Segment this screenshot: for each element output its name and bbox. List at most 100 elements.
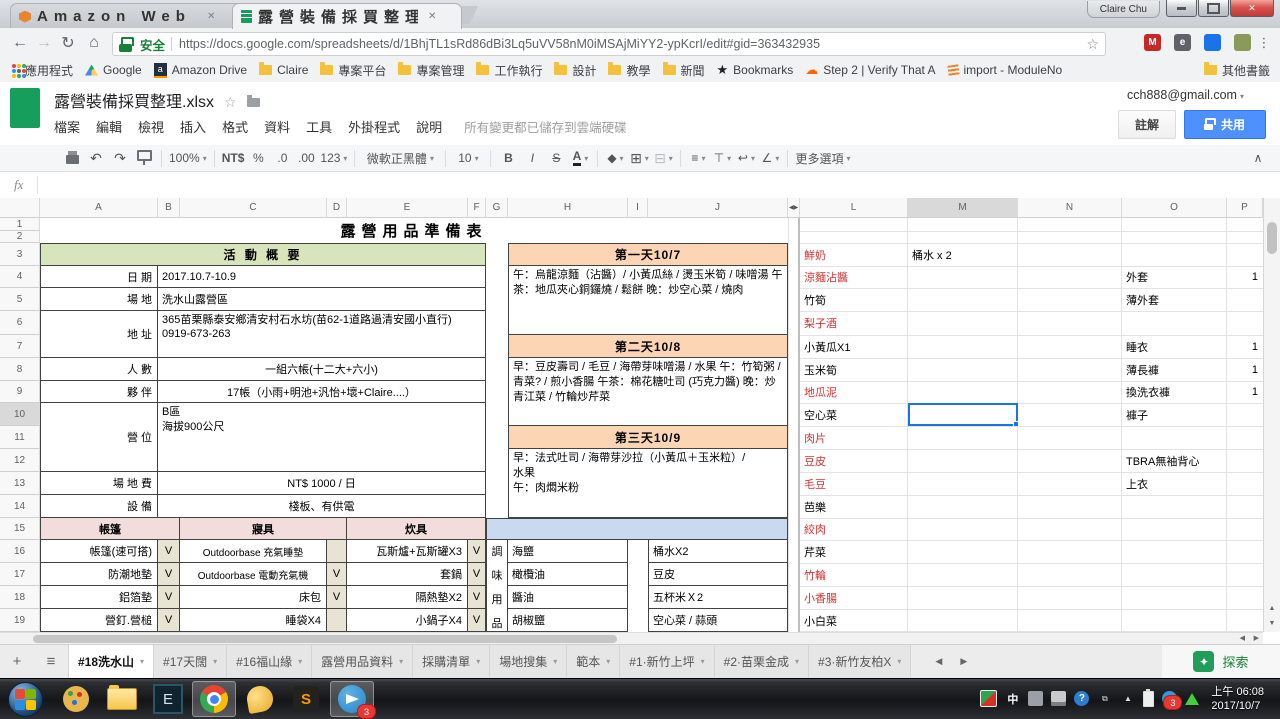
document-title-text[interactable]: 露營裝備採買整理.xlsx xyxy=(54,94,214,111)
extension-translate-icon[interactable] xyxy=(1204,34,1221,51)
sheet-tab-active[interactable]: #18洗水山 xyxy=(68,645,154,678)
cell-equip[interactable]: 套鍋 xyxy=(347,563,468,586)
tabs-left-icon[interactable]: ◀ xyxy=(935,656,942,667)
battery-icon[interactable] xyxy=(1143,691,1154,707)
sheet-tab[interactable]: #2·苗栗金成 xyxy=(715,645,809,678)
col-header-N[interactable]: N xyxy=(1018,198,1122,218)
col-header-I[interactable]: I xyxy=(628,198,648,218)
ime-tools-icon[interactable] xyxy=(1051,691,1066,706)
col-header-F[interactable]: F xyxy=(468,198,486,218)
ime-mode-icon[interactable] xyxy=(1028,691,1043,706)
sheet-tab[interactable]: 範本 xyxy=(567,645,620,678)
address-bar[interactable]: 安全 https://docs.google.com/spreadsheets/… xyxy=(112,32,1106,56)
taskbar-app-chrome[interactable] xyxy=(192,681,236,717)
star-doc-icon[interactable]: ☆ xyxy=(224,94,237,110)
cell-shopping[interactable]: 毛豆 xyxy=(800,472,908,495)
menu-file[interactable]: 檔案 xyxy=(46,114,88,139)
number-format-button[interactable]: 123 xyxy=(320,147,347,169)
cell-label-address[interactable]: 地 址 xyxy=(40,311,158,358)
cell-check[interactable]: V xyxy=(158,609,180,632)
bookmark-folder[interactable]: 設計 xyxy=(554,62,596,79)
bookmark-folder[interactable]: Claire xyxy=(259,63,308,77)
cell-label-partners[interactable]: 夥 伴 xyxy=(40,381,158,403)
cell-equip[interactable]: 睡袋X4 xyxy=(180,609,327,632)
cell-seasoning[interactable]: 醬油 xyxy=(508,586,628,609)
share-button[interactable]: 共用 xyxy=(1184,110,1266,139)
vertical-scroll-thumb[interactable] xyxy=(1267,222,1277,254)
cell-equip[interactable]: Outdoorbase 充氣睡墊 xyxy=(180,540,327,563)
url-text[interactable]: https://docs.google.com/spreadsheets/d/1… xyxy=(179,37,1080,51)
cell-label-site[interactable]: 營 位 xyxy=(40,403,158,472)
back-button[interactable]: ← xyxy=(8,31,32,55)
cell-value-venue[interactable]: 洗水山露營區 xyxy=(158,288,486,311)
cell-equip[interactable]: 瓦斯爐+瓦斯罐X3 xyxy=(347,540,468,563)
cell-shopping[interactable]: 玉米筍 xyxy=(800,358,908,381)
cell-value-people[interactable]: 一組六帳(十二大+六小) xyxy=(158,358,486,381)
bold-button[interactable]: B xyxy=(498,147,518,169)
row-header-19[interactable]: 19 xyxy=(0,609,40,632)
desktop-toggle-icon[interactable]: ⧉ xyxy=(1097,691,1112,706)
cell-shopping[interactable]: 涼麵沾醬 xyxy=(800,266,908,288)
cell-label-facility[interactable]: 設 備 xyxy=(40,495,158,518)
cell-shopping[interactable]: 空心菜 xyxy=(800,403,908,426)
forward-button[interactable]: → xyxy=(32,31,56,55)
sheet-tab[interactable]: #1·新竹上坪 xyxy=(620,645,714,678)
explore-button[interactable]: ✦ 探索 xyxy=(1162,644,1280,678)
cell-clothing[interactable]: TBRA無袖背心 xyxy=(1122,449,1227,472)
menu-tools[interactable]: 工具 xyxy=(298,114,340,139)
cell-value-address[interactable]: 365苗栗縣泰安鄉清安村石水坊(苗62-1道路過清安國小直行) 0919-673… xyxy=(158,311,486,358)
bookmark-amazon-drive[interactable]: aAmazon Drive xyxy=(154,63,247,78)
cell-check[interactable]: V xyxy=(327,586,347,609)
cell-value-facility[interactable]: 棧板、有供電 xyxy=(158,495,486,518)
percent-format-button[interactable]: % xyxy=(248,147,268,169)
cell-summary-header[interactable]: 活 動 概 要 xyxy=(40,243,486,266)
cell-blue-band[interactable] xyxy=(486,518,788,540)
sheet-tab[interactable]: 採購清單 xyxy=(413,645,490,678)
select-all-corner[interactable] xyxy=(0,198,40,218)
row-header-13[interactable]: 13 xyxy=(0,472,40,495)
taskbar-app-editor[interactable]: E xyxy=(146,681,190,717)
row-header-9[interactable]: 9 xyxy=(0,381,40,403)
row-header-14[interactable]: 14 xyxy=(0,495,40,518)
cell-check[interactable]: V xyxy=(468,586,486,609)
row-header-15[interactable]: 15 xyxy=(0,518,40,540)
bookmark-folder[interactable]: 專案管理 xyxy=(398,62,464,79)
col-header-B[interactable]: B xyxy=(158,198,180,218)
cell-equip[interactable]: 鋁箔墊 xyxy=(40,586,158,609)
cell-clothing[interactable]: 換洗衣褲 xyxy=(1122,381,1227,403)
cell-qty[interactable]: 1 xyxy=(1227,358,1263,381)
scroll-down-icon[interactable]: ▼ xyxy=(1264,616,1280,631)
cell-equip[interactable]: Outdoorbase 電動充氣機 xyxy=(180,563,327,586)
cell-day2-header[interactable]: 第二天10/8 xyxy=(508,335,788,358)
cell-check[interactable]: V xyxy=(468,540,486,563)
scroll-up-icon[interactable]: ▲ xyxy=(1264,601,1280,616)
reload-button[interactable]: ↻ xyxy=(56,31,80,55)
taskbar-app-telegram[interactable]: 3 xyxy=(330,681,374,717)
col-header-A[interactable]: A xyxy=(40,198,158,218)
cell-seasoning[interactable]: 胡椒鹽 xyxy=(508,609,628,632)
cell-shopping[interactable]: 鮮奶 xyxy=(800,243,908,266)
extension-markdown-icon[interactable]: M xyxy=(1144,34,1161,51)
cell-shopping[interactable]: 小白菜 xyxy=(800,609,908,632)
bookmark-import[interactable]: import - ModuleNo xyxy=(948,63,1063,77)
col-header-L[interactable]: L xyxy=(800,198,908,218)
zoom-select[interactable]: 100% xyxy=(169,147,207,169)
row-header-4[interactable]: 4 xyxy=(0,266,40,288)
row-header-3[interactable]: 3 xyxy=(0,243,40,266)
cell-value-date[interactable]: 2017.10.7-10.9 xyxy=(158,266,486,288)
minimize-button[interactable] xyxy=(1166,0,1197,17)
account-email[interactable]: cch888@gmail.com xyxy=(1127,88,1244,102)
menu-addons[interactable]: 外掛程式 xyxy=(340,114,408,139)
cell-check[interactable] xyxy=(327,540,347,563)
borders-button[interactable]: ⊞ xyxy=(629,147,649,169)
formula-bar[interactable]: fx xyxy=(0,172,1280,199)
menu-view[interactable]: 檢視 xyxy=(130,114,172,139)
move-folder-icon[interactable] xyxy=(247,98,260,107)
cell-day1-meals[interactable]: 午：烏龍涼麵（沾醬）/ 小黃瓜絲 / 燙玉米筍 / 味噌湯 午茶：地瓜夾心銅鑼燒… xyxy=(508,266,788,335)
document-title[interactable]: 露營裝備採買整理.xlsx ☆ xyxy=(54,88,260,112)
col-header-M[interactable]: M xyxy=(908,198,1018,218)
cell-sheet-title[interactable]: 露營用品準備表 xyxy=(40,218,788,243)
bookmark-star-icon[interactable]: ☆ xyxy=(1086,36,1099,53)
scroll-left-icon[interactable]: ◀ xyxy=(1240,634,1245,642)
cell-check[interactable] xyxy=(327,609,347,632)
